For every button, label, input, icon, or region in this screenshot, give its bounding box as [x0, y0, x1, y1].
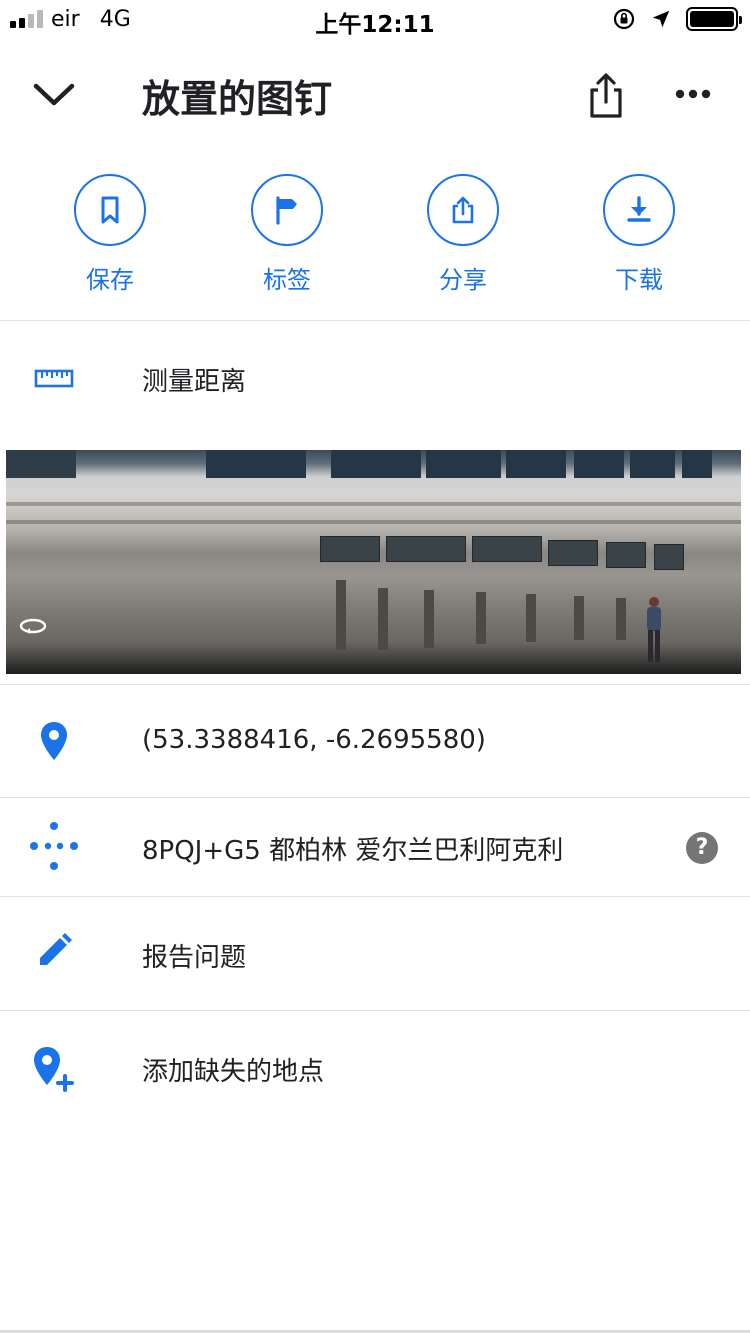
- chevron-down-icon[interactable]: [28, 72, 80, 116]
- bookmark-icon: [101, 196, 119, 224]
- place-header: 放置的图钉: [0, 40, 750, 150]
- building-window: [320, 536, 380, 562]
- building-window: [654, 544, 684, 570]
- plus-code-icon-wrap: [28, 820, 80, 872]
- railing-post: [476, 592, 486, 644]
- download-button-label: 下载: [615, 266, 663, 294]
- building-window: [386, 536, 466, 562]
- building-glass: [506, 450, 566, 478]
- share-button-circle: [427, 174, 499, 246]
- building-glass: [206, 450, 306, 478]
- download-button-circle: [603, 174, 675, 246]
- facade-ledge: [6, 502, 741, 506]
- plus-code-icon: [30, 822, 78, 870]
- facade-ledge: [6, 520, 741, 524]
- page-title: 放置的图钉: [142, 77, 333, 121]
- building-window: [606, 542, 646, 568]
- pedestrian-figure: [647, 597, 661, 662]
- plus-code-row[interactable]: 8PQJ+G5 都柏林 爱尔兰巴利阿克利 ?: [0, 798, 750, 896]
- label-button-circle: [251, 174, 323, 246]
- help-icon[interactable]: ?: [686, 832, 718, 864]
- pin-icon-wrap: [28, 715, 80, 767]
- label-button[interactable]: 标签: [227, 170, 347, 295]
- report-problem-label: 报告问题: [142, 943, 247, 973]
- measure-distance-row[interactable]: 测量距离: [0, 321, 750, 441]
- building-glass: [6, 450, 76, 478]
- download-button[interactable]: 下载: [579, 170, 699, 295]
- building-glass: [574, 450, 624, 478]
- status-bar-right: [612, 6, 742, 32]
- location-arrow-icon: [652, 10, 670, 28]
- add-location-icon-wrap: [28, 1043, 80, 1095]
- ruler-icon-wrap: [28, 353, 80, 405]
- rotate-360-icon[interactable]: [18, 616, 48, 636]
- share-button-label: 分享: [439, 266, 487, 294]
- ruler-icon: [34, 369, 74, 388]
- building-glass: [682, 450, 712, 478]
- pencil-icon: [40, 933, 72, 965]
- building-glass: [331, 450, 421, 478]
- railing-post: [378, 588, 388, 650]
- download-icon: [627, 196, 651, 222]
- coordinates-row[interactable]: (53.3388416, -6.2695580): [0, 685, 750, 797]
- building-window: [472, 536, 542, 562]
- railing-post: [424, 590, 434, 648]
- battery-icon: [686, 7, 742, 31]
- share-icon: [452, 196, 474, 224]
- plus-code-text: 8PQJ+G5 都柏林 爱尔兰巴利阿克利: [142, 836, 564, 866]
- status-bar: eir 4G 上午12:11: [0, 0, 750, 40]
- street-view-preview[interactable]: [6, 450, 741, 674]
- building-window: [548, 540, 598, 566]
- save-button-circle: [74, 174, 146, 246]
- save-button-label: 保存: [86, 266, 134, 294]
- railing-post: [574, 596, 584, 640]
- pencil-icon-wrap: [28, 925, 80, 977]
- flag-icon: [276, 196, 297, 225]
- report-problem-row[interactable]: 报告问题: [0, 897, 750, 1009]
- measure-distance-label: 测量距离: [142, 367, 247, 397]
- orientation-lock-icon: [613, 8, 635, 30]
- share-icon[interactable]: [580, 70, 632, 122]
- building-glass: [426, 450, 501, 478]
- save-button[interactable]: 保存: [50, 170, 170, 295]
- action-row: 保存 标签 分享 下载: [0, 170, 750, 320]
- share-button[interactable]: 分享: [403, 170, 523, 295]
- add-missing-place-row[interactable]: 添加缺失的地点: [0, 1011, 750, 1123]
- railing-post: [526, 594, 536, 642]
- coordinates-text: (53.3388416, -6.2695580): [142, 725, 486, 755]
- railing-post: [616, 598, 626, 640]
- railing-post: [336, 580, 346, 650]
- more-horizontal-icon[interactable]: [668, 74, 718, 114]
- label-button-label: 标签: [263, 266, 311, 294]
- location-pin-icon: [41, 722, 67, 760]
- add-missing-place-label: 添加缺失的地点: [142, 1057, 325, 1087]
- building-glass: [630, 450, 675, 478]
- add-location-icon: [34, 1047, 74, 1092]
